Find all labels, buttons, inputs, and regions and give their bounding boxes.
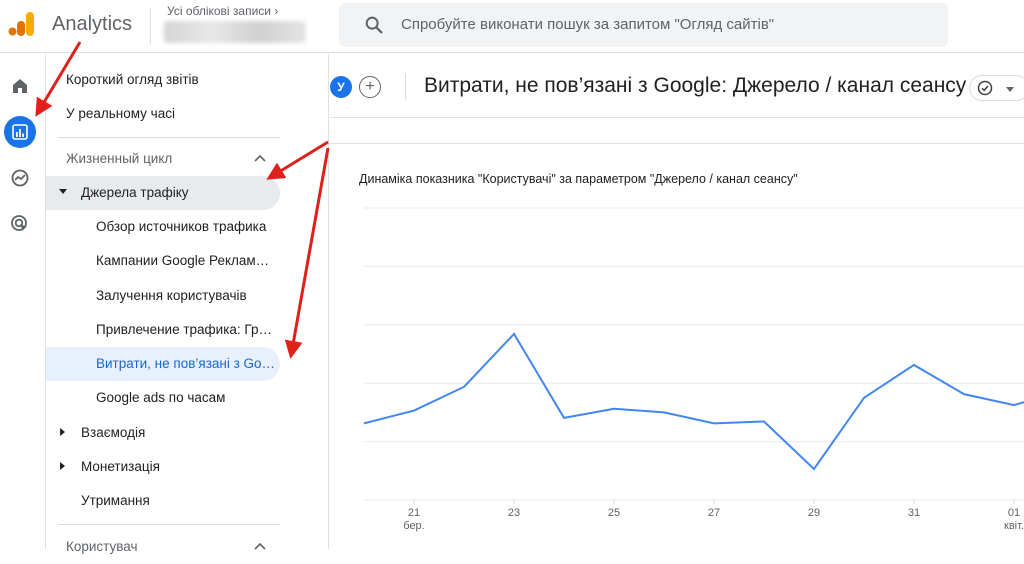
nav-item-traffic-overview[interactable]: Обзор источников трафика bbox=[46, 210, 280, 244]
chevron-up-icon bbox=[254, 154, 266, 162]
nav-group-monetization[interactable]: Монетизація bbox=[46, 450, 280, 484]
report-status-dropdown[interactable] bbox=[969, 75, 1024, 101]
nav-reports-snapshot[interactable]: Короткий огляд звітів bbox=[66, 63, 301, 97]
explore-trend-icon bbox=[11, 169, 29, 187]
section-lifecycle-label: Жизненный цикл bbox=[66, 151, 173, 166]
report-header: У + Витрати, не пов’язані з Google: Джер… bbox=[330, 54, 1024, 118]
nav-item-label: Залучення користувачів bbox=[96, 288, 247, 303]
nav-item-label: Привлечение трафика: Гр… bbox=[96, 322, 272, 337]
app-name: Analytics bbox=[52, 13, 133, 35]
caret-right-icon bbox=[60, 462, 65, 470]
analytics-logo[interactable] bbox=[8, 10, 36, 38]
search-input[interactable]: Спробуйте виконати пошук за запитом "Огл… bbox=[401, 16, 774, 33]
nav-group-label: Джерела трафіку bbox=[81, 185, 189, 200]
users-line-chart: 21бер. 23 25 27 29 31 01квіт. bbox=[363, 207, 1024, 532]
chevron-right-icon: › bbox=[274, 4, 279, 18]
comparison-avatar[interactable]: У bbox=[330, 76, 352, 98]
check-circle-icon bbox=[977, 80, 993, 96]
nav-item-label: Витрати, не пов’язані з Go… bbox=[96, 356, 276, 371]
explore-icon[interactable] bbox=[4, 162, 36, 194]
nav-item-user-acquisition[interactable]: Залучення користувачів bbox=[46, 279, 280, 313]
toolbar-strip bbox=[330, 118, 1024, 144]
account-picker-label: Усі облікові записи bbox=[167, 4, 272, 18]
target-cursor-icon bbox=[11, 215, 27, 231]
caret-right-icon bbox=[60, 428, 65, 436]
x-tick-label: 01 bbox=[1008, 507, 1020, 519]
nav-divider bbox=[58, 524, 280, 525]
nav-item-google-ads-hourly[interactable]: Google ads по часам bbox=[46, 381, 280, 415]
section-user[interactable]: Користувач bbox=[46, 530, 281, 564]
reports-navigation: Короткий огляд звітів У реальному часі Ж… bbox=[46, 54, 329, 554]
section-user-label: Користувач bbox=[66, 539, 138, 554]
section-lifecycle[interactable]: Жизненный цикл bbox=[46, 142, 281, 176]
home-icon[interactable] bbox=[4, 70, 36, 102]
account-name-blurred[interactable] bbox=[164, 21, 306, 43]
dropdown-caret-icon bbox=[1006, 87, 1014, 92]
chart-title: Динаміка показника "Користувачі" за пара… bbox=[359, 172, 798, 186]
page-title: Витрати, не пов’язані з Google: Джерело … bbox=[424, 74, 967, 97]
account-picker[interactable]: Усі облікові записи › bbox=[167, 4, 278, 18]
nav-group-label: Взаємодія bbox=[81, 425, 146, 440]
nav-group-traffic-sources[interactable]: Джерела трафіку bbox=[46, 176, 280, 210]
x-tick-label: 27 bbox=[708, 507, 720, 519]
x-tick-label: 25 bbox=[608, 507, 620, 519]
nav-group-retention[interactable]: Утримання bbox=[46, 484, 280, 518]
home-icon-glyph bbox=[13, 79, 27, 93]
x-tick-month-label: квіт. bbox=[1004, 520, 1024, 532]
search-icon bbox=[365, 16, 383, 34]
nav-group-label: Монетизація bbox=[81, 459, 160, 474]
nav-item-label: Кампании Google Реклам… bbox=[96, 253, 270, 268]
x-tick-label: 23 bbox=[508, 507, 520, 519]
add-comparison-button[interactable]: + bbox=[359, 76, 381, 98]
report-content: У + Витрати, не пов’язані з Google: Джер… bbox=[330, 54, 1024, 549]
x-tick-label: 31 bbox=[908, 507, 920, 519]
account-divider bbox=[150, 8, 151, 44]
search-bar[interactable]: Спробуйте виконати пошук за запитом "Огл… bbox=[339, 3, 948, 47]
left-rail bbox=[0, 54, 46, 549]
nav-item-label: Google ads по часам bbox=[96, 390, 226, 405]
series-line-users[interactable] bbox=[363, 332, 1024, 471]
nav-group-label: Утримання bbox=[81, 493, 150, 508]
nav-item-non-google-cost[interactable]: Витрати, не пов’язані з Go… bbox=[46, 347, 280, 381]
x-tick-label: 21 bbox=[408, 507, 420, 519]
nav-item-traffic-acquisition[interactable]: Привлечение трафика: Гр… bbox=[46, 313, 280, 347]
nav-realtime[interactable]: У реальному часі bbox=[66, 97, 301, 131]
x-tick-label: 29 bbox=[808, 507, 820, 519]
header-divider bbox=[405, 74, 406, 100]
nav-item-google-ads-campaigns[interactable]: Кампании Google Реклам… bbox=[46, 244, 280, 278]
nav-item-label: Обзор источников трафика bbox=[96, 219, 267, 234]
top-bar: Analytics Усі облікові записи › Спробуйт… bbox=[0, 0, 1024, 53]
caret-down-icon bbox=[59, 189, 67, 194]
reports-icon[interactable] bbox=[4, 116, 36, 148]
x-tick-month-label: бер. bbox=[403, 520, 424, 532]
nav-group-engagement[interactable]: Взаємодія bbox=[46, 416, 280, 450]
nav-divider bbox=[58, 137, 280, 138]
advertising-icon[interactable] bbox=[4, 208, 36, 240]
bar-chart-icon bbox=[12, 124, 28, 140]
